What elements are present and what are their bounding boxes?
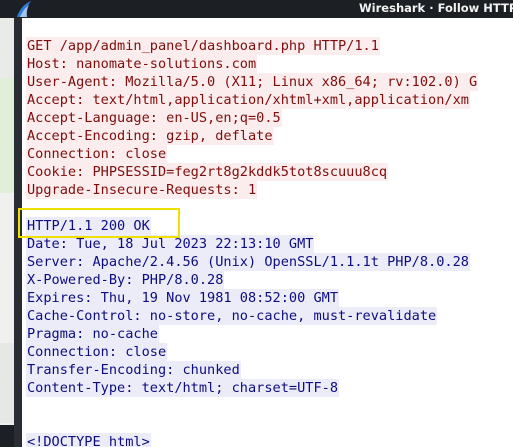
request-line: Host: nanomate-solutions.com [26, 55, 258, 73]
wireshark-fin-icon [17, 1, 31, 17]
response-line: Connection: close [26, 343, 168, 361]
response-line: Expires: Thu, 19 Nov 1981 08:52:00 GMT [26, 289, 339, 307]
request-line: Upgrade-Insecure-Requests: 1 [26, 181, 258, 199]
response-text: Expires: Thu, 19 Nov 1981 08:52:00 GMT [26, 289, 339, 307]
request-line: User-Agent: Mozilla/5.0 (X11; Linux x86_… [26, 73, 479, 91]
request-text: Accept-Language: en-US,en;q=0.5 [26, 109, 282, 127]
request-line: Accept-Language: en-US,en;q=0.5 [26, 109, 282, 127]
request-line: Connection: close [26, 145, 168, 163]
response-text: Cache-Control: no-store, no-cache, must-… [26, 307, 438, 325]
title-bar[interactable]: Wireshark · Follow HTTP Str [0, 0, 513, 18]
window-title: Wireshark · Follow HTTP Str [359, 1, 513, 15]
response-text: Connection: close [26, 343, 168, 361]
request-line: GET /app/admin_panel/dashboard.php HTTP/… [26, 37, 380, 55]
response-line: Server: Apache/2.4.56 (Unix) OpenSSL/1.1… [26, 253, 470, 271]
request-text: GET /app/admin_panel/dashboard.php HTTP/… [26, 37, 380, 55]
request-line: Accept: text/html,application/xhtml+xml,… [26, 91, 470, 109]
response-line: Content-Type: text/html; charset=UTF-8 [26, 379, 339, 397]
response-line: Pragma: no-cache [26, 325, 159, 343]
follow-http-stream-window: Wireshark · Follow HTTP Str GET /app/adm… [0, 0, 513, 447]
response-text: <!DOCTYPE html> [26, 433, 151, 447]
response-text: X-Powered-By: PHP/8.0.28 [26, 271, 225, 289]
response-text: Content-Type: text/html; charset=UTF-8 [26, 379, 339, 397]
request-text: Accept: text/html,application/xhtml+xml,… [26, 91, 470, 109]
request-text: Connection: close [26, 145, 168, 163]
response-body-line: <!DOCTYPE html> [26, 433, 151, 447]
request-line: Cookie: PHPSESSID=feg2rt8g2kddk5tot8scuu… [26, 163, 389, 181]
request-text: Host: nanomate-solutions.com [26, 55, 258, 73]
request-line: Accept-Encoding: gzip, deflate [26, 127, 274, 145]
request-text: Accept-Encoding: gzip, deflate [26, 127, 274, 145]
response-text: Transfer-Encoding: chunked [26, 361, 241, 379]
response-line: Cache-Control: no-store, no-cache, must-… [26, 307, 438, 325]
request-text: Cookie: PHPSESSID=feg2rt8g2kddk5tot8scuu… [26, 163, 389, 181]
background-pane-footer [0, 425, 14, 447]
request-text: User-Agent: Mozilla/5.0 (X11; Linux x86_… [26, 73, 479, 91]
background-pane-edge [0, 18, 14, 447]
status-line-annotation-box [18, 208, 180, 238]
response-line: Transfer-Encoding: chunked [26, 361, 241, 379]
response-line: X-Powered-By: PHP/8.0.28 [26, 271, 225, 289]
request-text: Upgrade-Insecure-Requests: 1 [26, 181, 258, 199]
response-text: Server: Apache/2.4.56 (Unix) OpenSSL/1.1… [26, 253, 470, 271]
response-text: Pragma: no-cache [26, 325, 159, 343]
